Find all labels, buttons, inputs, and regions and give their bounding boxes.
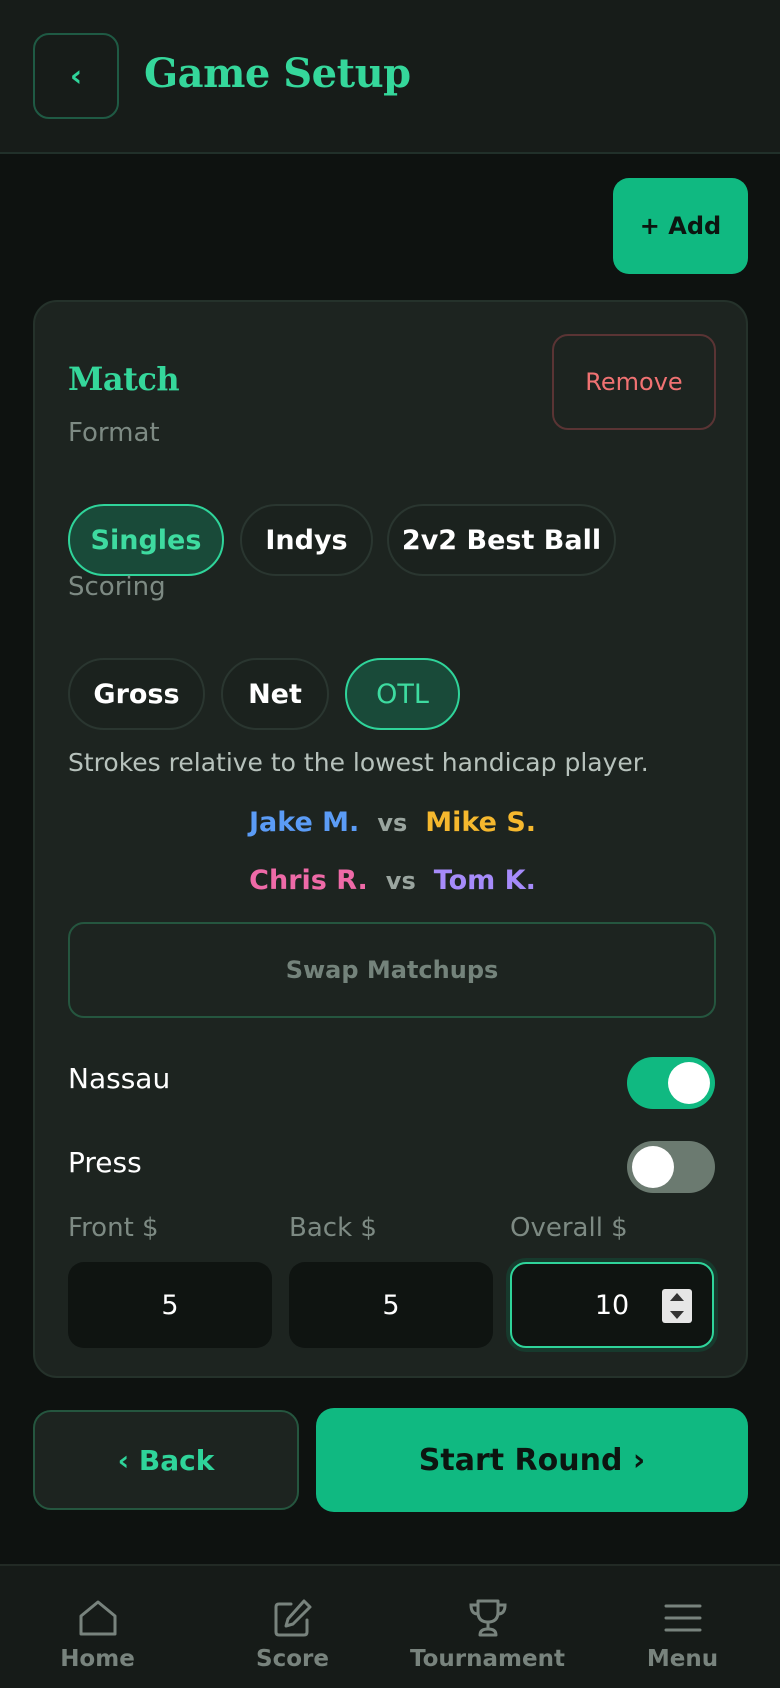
format-option-best-ball[interactable]: 2v2 Best Ball [387,504,616,576]
overall-amount-input[interactable]: 10 [510,1262,714,1348]
spinner-up-icon[interactable] [670,1293,684,1301]
matchup-row: Chris R. vs Tom K. [35,865,750,896]
player-name: Chris R. [249,865,368,896]
format-label: Format [68,418,160,448]
nav-item-home[interactable]: Home [0,1566,195,1688]
nassau-toggle[interactable] [627,1057,715,1109]
nav-item-menu[interactable]: Menu [585,1566,780,1688]
nav-item-tournament[interactable]: Tournament [390,1566,585,1688]
back-button[interactable]: ‹ Back [33,1410,299,1510]
player-name: Mike S. [425,807,537,838]
nav-label: Menu [646,1646,719,1672]
spinner-down-icon[interactable] [670,1311,684,1319]
match-card: Match Remove Format Singles Indys 2v2 Be… [33,300,748,1378]
format-option-indys[interactable]: Indys [240,504,373,576]
add-button[interactable]: + Add [613,178,748,274]
player-name: Tom K. [433,865,536,896]
chevron-left-icon: ‹ [69,58,83,94]
swap-matchups-button[interactable]: Swap Matchups [68,922,716,1018]
scoring-label: Scoring [68,572,166,602]
match-card-title: Match [68,360,180,398]
nassau-label: Nassau [68,1062,171,1095]
overall-amount-label: Overall $ [510,1213,628,1243]
overall-amount-value: 10 [594,1289,630,1321]
toggle-knob [668,1062,710,1104]
nav-item-score[interactable]: Score [195,1566,390,1688]
press-toggle[interactable] [627,1141,715,1193]
matchup-row: Jake M. vs Mike S. [35,807,750,838]
page-title: Game Setup [144,50,411,97]
remove-button[interactable]: Remove [552,334,716,430]
vs-label: vs [385,867,416,895]
edit-icon [274,1599,311,1637]
number-spinner[interactable] [662,1289,692,1323]
header-bar: ‹ Game Setup [0,0,780,154]
menu-icon [664,1604,701,1632]
scoring-option-net[interactable]: Net [221,658,329,730]
scoring-description: Strokes relative to the lowest handicap … [68,748,649,777]
vs-label: vs [377,809,408,837]
home-icon [79,1600,116,1636]
front-amount-input[interactable]: 5 [68,1262,272,1348]
scoring-option-otl[interactable]: OTL [345,658,460,730]
back-amount-input[interactable]: 5 [289,1262,493,1348]
trophy-icon [468,1599,507,1637]
start-round-button[interactable]: Start Round › [316,1408,748,1512]
scoring-option-gross[interactable]: Gross [68,658,205,730]
front-amount-label: Front $ [68,1213,159,1243]
back-amount-label: Back $ [289,1213,377,1243]
press-label: Press [68,1146,142,1179]
player-name: Jake M. [248,807,360,838]
header-back-button[interactable]: ‹ [33,33,119,119]
nav-label: Tournament [410,1646,565,1672]
bottom-nav: Home Score Tournament Menu [0,1564,780,1688]
toggle-knob [632,1146,674,1188]
nav-label: Home [60,1646,135,1672]
format-option-singles[interactable]: Singles [68,504,224,576]
nav-label: Score [256,1646,329,1672]
